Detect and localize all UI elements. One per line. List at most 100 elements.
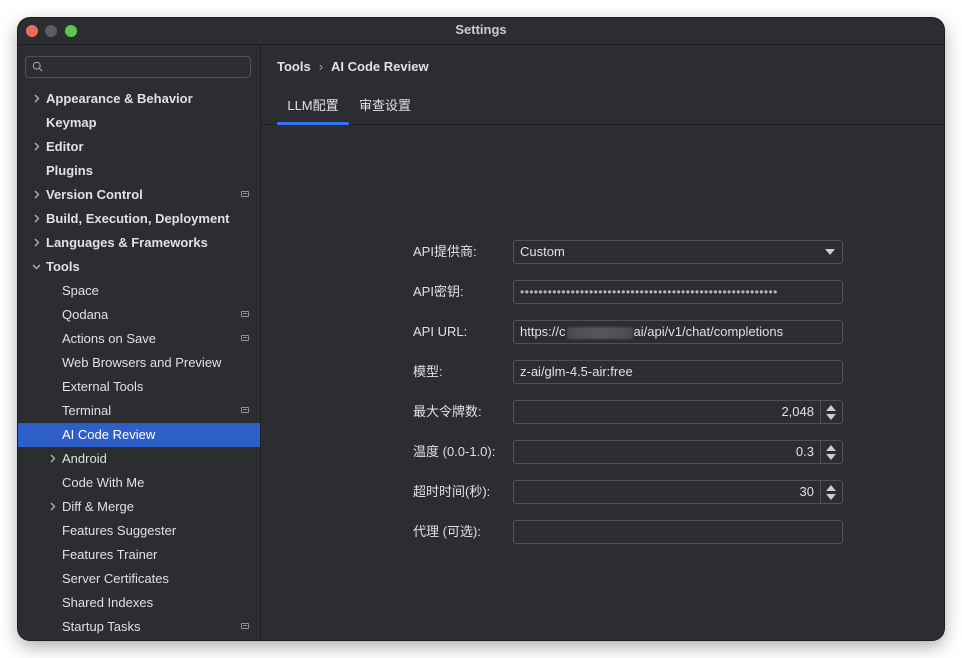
sidebar-item-label: Plugins bbox=[46, 163, 93, 178]
sidebar-item-actions-on-save[interactable]: Actions on Save bbox=[18, 327, 260, 351]
project-scope-icon bbox=[241, 407, 249, 413]
sidebar-item-qodana[interactable]: Qodana bbox=[18, 303, 260, 327]
api-url-field[interactable]: https://c ai/api/v1/chat/completions bbox=[513, 320, 843, 344]
spin-down-icon bbox=[826, 454, 836, 460]
settings-tree: Appearance & Behavior Keymap Editor Plugins… bbox=[18, 87, 260, 639]
max-tokens-spinner[interactable]: 2,048 bbox=[513, 400, 843, 424]
sidebar-item-label: Tools bbox=[46, 259, 80, 274]
timeout-stepper[interactable] bbox=[820, 481, 842, 503]
temperature-spinner[interactable]: 0.3 bbox=[513, 440, 843, 464]
chevron-right-icon[interactable] bbox=[46, 495, 58, 519]
sidebar-item-label: Editor bbox=[46, 139, 84, 154]
temperature-stepper[interactable] bbox=[820, 441, 842, 463]
sidebar-item-diff-merge[interactable]: Diff & Merge bbox=[18, 495, 260, 519]
sidebar-item-label: Startup Tasks bbox=[62, 619, 141, 634]
sidebar-item-label: Languages & Frameworks bbox=[46, 235, 208, 250]
timeout-label: 超时时间(秒): bbox=[413, 484, 491, 499]
tab-bar: LLM配置 审查设置 bbox=[261, 93, 944, 125]
sidebar-item-label: Terminal bbox=[62, 403, 112, 418]
tab-review-settings[interactable]: 审查设置 bbox=[357, 93, 413, 124]
settings-main-panel: Tools › AI Code Review LLM配置 审查设置 API提供商: … bbox=[261, 45, 944, 640]
chevron-right-icon[interactable] bbox=[30, 135, 42, 159]
sidebar-item-label: Qodana bbox=[62, 307, 109, 322]
sidebar-item-languages-frameworks[interactable]: Languages & Frameworks bbox=[18, 231, 260, 255]
proxy-field[interactable] bbox=[513, 520, 843, 544]
breadcrumb-parent[interactable]: Tools bbox=[277, 59, 311, 74]
sidebar-item-label: Diff & Merge bbox=[62, 499, 135, 514]
sidebar-item-label: Features Trainer bbox=[62, 547, 158, 562]
sidebar-item-build-execution-deployment[interactable]: Build, Execution, Deployment bbox=[18, 207, 260, 231]
sidebar-item-label: Version Control bbox=[46, 187, 143, 202]
spin-down-icon bbox=[826, 494, 836, 500]
api-url-prefix: https://c bbox=[520, 324, 566, 339]
max-tokens-stepper[interactable] bbox=[820, 401, 842, 423]
project-scope-icon bbox=[241, 311, 249, 317]
project-scope-icon bbox=[241, 623, 249, 629]
breadcrumb-separator: › bbox=[318, 59, 324, 74]
chevron-right-icon[interactable] bbox=[46, 447, 58, 471]
sidebar-item-label: Server Certificates bbox=[62, 571, 169, 586]
sidebar-item-tools[interactable]: Tools bbox=[18, 255, 260, 279]
search-icon bbox=[32, 61, 43, 72]
sidebar-item-label: Web Browsers and Preview bbox=[62, 355, 222, 370]
sidebar-item-server-certificates[interactable]: Server Certificates bbox=[18, 567, 260, 591]
llm-config-form: API提供商: Custom API密钥: ••••••••••••••••••… bbox=[261, 125, 944, 640]
sidebar-item-external-tools[interactable]: External Tools bbox=[18, 375, 260, 399]
sidebar-item-label: Shared Indexes bbox=[62, 595, 154, 610]
sidebar-item-plugins[interactable]: Plugins bbox=[18, 159, 260, 183]
proxy-label: 代理 (可选): bbox=[413, 524, 481, 539]
sidebar-item-label: External Tools bbox=[62, 379, 144, 394]
provider-value: Custom bbox=[520, 244, 565, 259]
breadcrumb: Tools › AI Code Review bbox=[277, 59, 429, 74]
settings-search-input[interactable] bbox=[25, 56, 251, 78]
sidebar-item-label: Code With Me bbox=[62, 475, 145, 490]
sidebar-item-web-browsers-and-preview[interactable]: Web Browsers and Preview bbox=[18, 351, 260, 375]
spin-down-icon bbox=[826, 414, 836, 420]
tab-llm-config[interactable]: LLM配置 bbox=[277, 93, 349, 125]
sidebar-item-label: Actions on Save bbox=[62, 331, 156, 346]
sidebar-item-label: Space bbox=[62, 283, 99, 298]
window-title: Settings bbox=[455, 22, 507, 37]
chevron-right-icon[interactable] bbox=[30, 183, 42, 207]
sidebar-item-features-suggester[interactable]: Features Suggester bbox=[18, 519, 260, 543]
breadcrumb-current: AI Code Review bbox=[331, 59, 429, 74]
api-key-field[interactable]: ••••••••••••••••••••••••••••••••••••••••… bbox=[513, 280, 843, 304]
sidebar-item-terminal[interactable]: Terminal bbox=[18, 399, 260, 423]
spin-up-icon bbox=[826, 405, 836, 411]
api-url-label: API URL: bbox=[413, 324, 468, 339]
provider-dropdown[interactable]: Custom bbox=[513, 240, 843, 264]
api-key-label: API密钥: bbox=[413, 284, 464, 299]
sidebar-item-keymap[interactable]: Keymap bbox=[18, 111, 260, 135]
chevron-down-icon bbox=[825, 249, 835, 255]
max-tokens-label: 最大令牌数: bbox=[413, 404, 482, 419]
project-scope-icon bbox=[241, 191, 249, 197]
sidebar-item-appearance-behavior[interactable]: Appearance & Behavior bbox=[18, 87, 260, 111]
redacted-blur bbox=[566, 326, 633, 339]
timeout-value: 30 bbox=[799, 484, 814, 499]
sidebar-item-label: Build, Execution, Deployment bbox=[46, 211, 230, 226]
sidebar-item-editor[interactable]: Editor bbox=[18, 135, 260, 159]
sidebar-item-ai-code-review[interactable]: AI Code Review bbox=[18, 423, 260, 447]
provider-label: API提供商: bbox=[413, 244, 477, 259]
chevron-right-icon[interactable] bbox=[30, 207, 42, 231]
chevron-down-icon[interactable] bbox=[30, 255, 42, 279]
sidebar-item-code-with-me[interactable]: Code With Me bbox=[18, 471, 260, 495]
spin-up-icon bbox=[826, 485, 836, 491]
settings-sidebar: Appearance & Behavior Keymap Editor Plugins… bbox=[18, 45, 261, 640]
sidebar-item-space[interactable]: Space bbox=[18, 279, 260, 303]
sidebar-item-version-control[interactable]: Version Control bbox=[18, 183, 260, 207]
title-bar: Settings bbox=[18, 18, 944, 45]
model-field[interactable]: z-ai/glm-4.5-air:free bbox=[513, 360, 843, 384]
max-tokens-value: 2,048 bbox=[781, 404, 814, 419]
chevron-right-icon[interactable] bbox=[30, 87, 42, 111]
sidebar-item-label: AI Code Review bbox=[62, 427, 156, 442]
sidebar-item-startup-tasks[interactable]: Startup Tasks bbox=[18, 615, 260, 639]
sidebar-item-android[interactable]: Android bbox=[18, 447, 260, 471]
sidebar-item-features-trainer[interactable]: Features Trainer bbox=[18, 543, 260, 567]
timeout-spinner[interactable]: 30 bbox=[513, 480, 843, 504]
sidebar-item-shared-indexes[interactable]: Shared Indexes bbox=[18, 591, 260, 615]
chevron-right-icon[interactable] bbox=[30, 231, 42, 255]
spin-up-icon bbox=[826, 445, 836, 451]
sidebar-item-label: Keymap bbox=[46, 115, 97, 130]
api-url-suffix: ai/api/v1/chat/completions bbox=[633, 324, 784, 339]
